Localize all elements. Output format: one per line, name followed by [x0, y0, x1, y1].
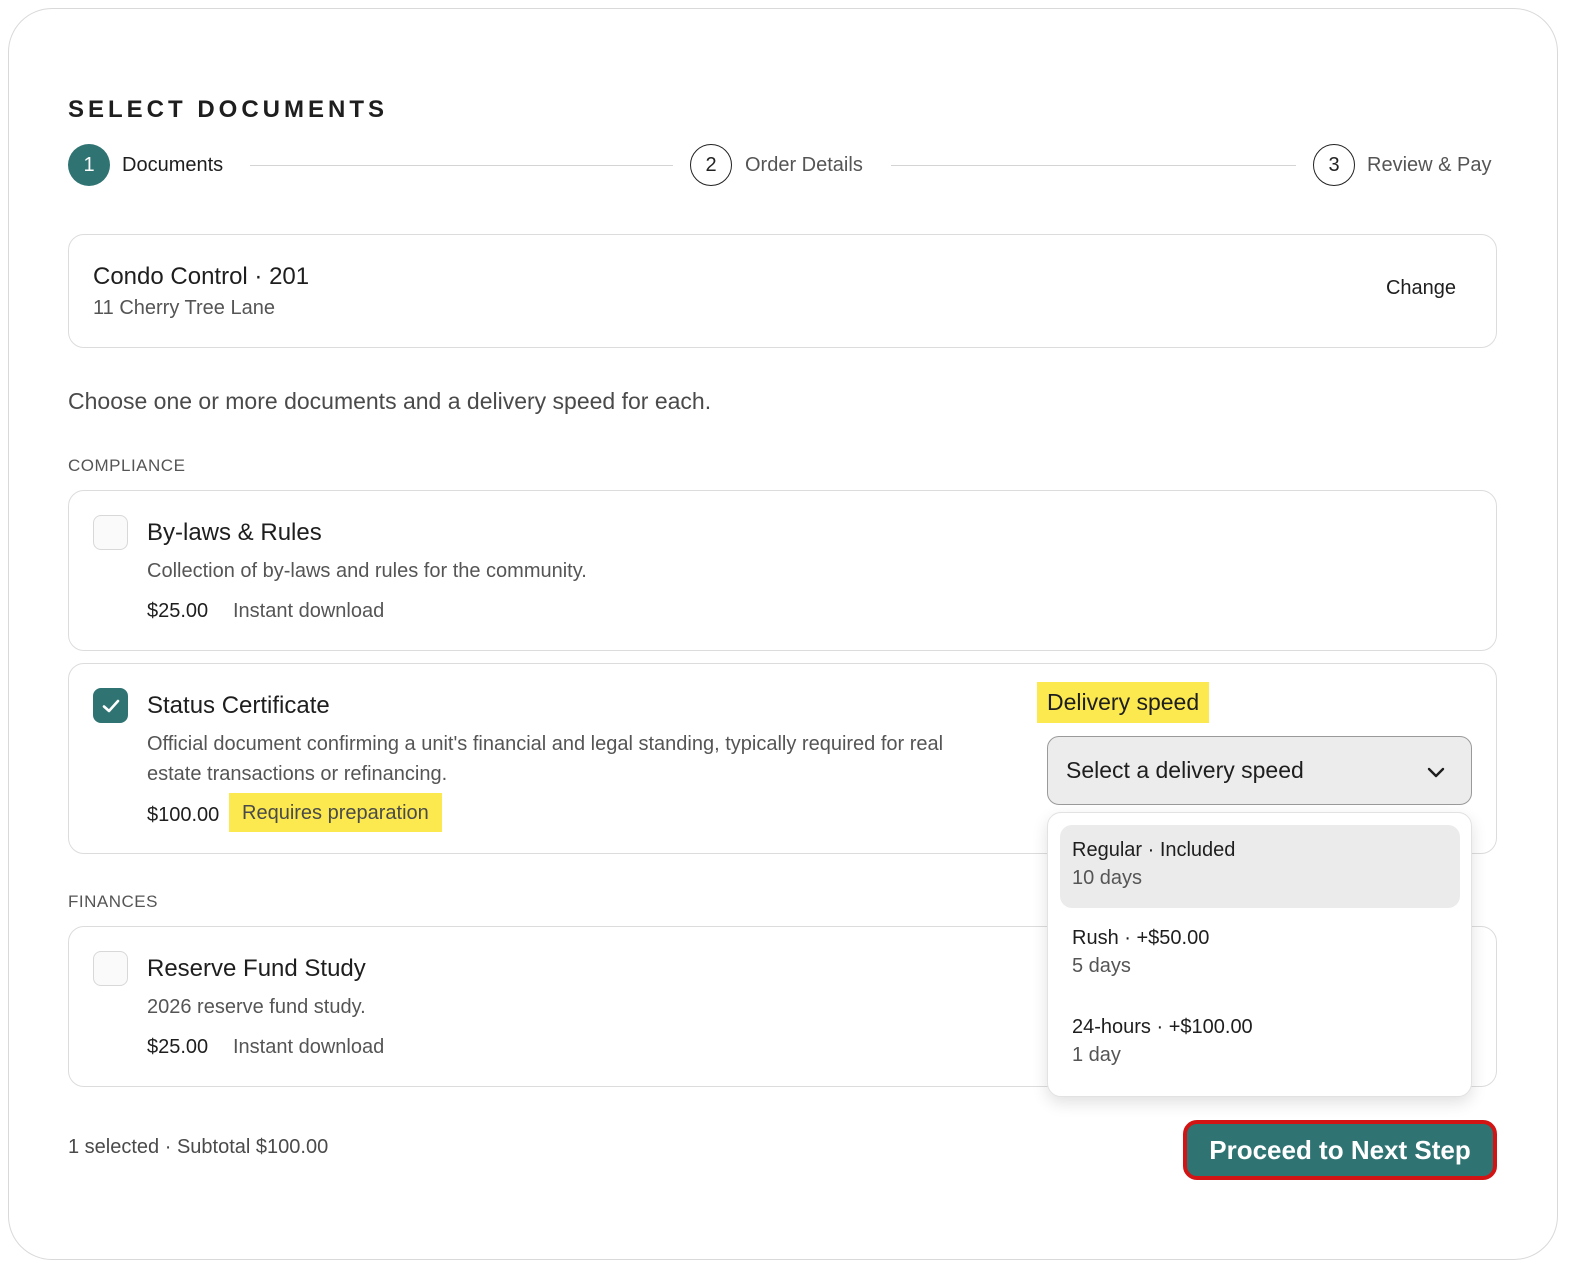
delivery-speed-placeholder: Select a delivery speed: [1066, 757, 1304, 783]
document-description-line-1: Official document confirming a unit's fi…: [147, 733, 944, 755]
step-2-indicator[interactable]: 2: [690, 144, 732, 186]
selection-summary: 1 selected · Subtotal $100.00: [68, 1136, 329, 1158]
document-title: By-laws & Rules: [147, 519, 322, 546]
document-description: Collection of by-laws and rules for the …: [147, 560, 587, 582]
page-title: SELECT DOCUMENTS: [68, 96, 389, 123]
property-address: 11 Cherry Tree Lane: [93, 297, 275, 319]
step-3-indicator[interactable]: 3: [1313, 144, 1355, 186]
step-connector: [250, 165, 673, 166]
delivery-option-title: Rush · +$50.00: [1072, 927, 1210, 949]
delivery-option-title: Regular · Included: [1072, 839, 1236, 861]
section-label-finances: FINANCES: [68, 892, 158, 911]
delivery-option-duration: 5 days: [1072, 955, 1131, 977]
document-description: 2026 reserve fund study.: [147, 996, 366, 1018]
step-2-label[interactable]: Order Details: [745, 153, 863, 177]
bylaws-checkbox[interactable]: [93, 515, 128, 550]
section-label-compliance: COMPLIANCE: [68, 456, 186, 475]
document-availability: Instant download: [233, 600, 385, 622]
delivery-option-regular[interactable]: Regular · Included 10 days: [1060, 825, 1460, 908]
document-price: $25.00: [147, 600, 209, 622]
document-availability: Instant download: [233, 1036, 385, 1058]
delivery-option-title: 24-hours · +$100.00: [1072, 1016, 1253, 1038]
document-title: Status Certificate: [147, 692, 330, 719]
step-1-label[interactable]: Documents: [122, 153, 223, 177]
step-connector: [891, 165, 1296, 166]
delivery-option-24-hours[interactable]: 24-hours · +$100.00 1 day: [1060, 1002, 1460, 1085]
document-price: $100.00: [147, 804, 220, 826]
delivery-speed-label: Delivery speed: [1037, 682, 1210, 723]
property-name: Condo Control · 201: [93, 263, 310, 290]
document-price: $25.00: [147, 1036, 209, 1058]
delivery-speed-select[interactable]: Select a delivery speed: [1047, 736, 1472, 805]
property-card: Condo Control · 201 11 Cherry Tree Lane …: [68, 234, 1497, 348]
document-description-line-2: estate transactions or refinancing.: [147, 763, 448, 785]
document-title: Reserve Fund Study: [147, 955, 366, 982]
delivery-speed-dropdown: Regular · Included 10 days Rush · +$50.0…: [1047, 812, 1472, 1097]
step-1-indicator[interactable]: 1: [68, 144, 110, 186]
chevron-down-icon: [1427, 767, 1445, 778]
delivery-option-duration: 10 days: [1072, 867, 1143, 889]
change-property-button[interactable]: Change: [1386, 277, 1456, 300]
check-icon: [102, 699, 119, 712]
delivery-option-duration: 1 day: [1072, 1044, 1121, 1066]
document-availability: Requires preparation: [229, 793, 442, 832]
intro-text: Choose one or more documents and a deliv…: [68, 388, 712, 414]
delivery-option-rush[interactable]: Rush · +$50.00 5 days: [1060, 913, 1460, 996]
proceed-next-step-button[interactable]: Proceed to Next Step: [1183, 1120, 1497, 1180]
reserve-fund-checkbox[interactable]: [93, 951, 128, 986]
status-certificate-checkbox[interactable]: [93, 688, 128, 723]
step-3-label[interactable]: Review & Pay: [1367, 153, 1492, 177]
document-card-bylaws[interactable]: By-laws & Rules Collection of by-laws an…: [68, 490, 1497, 651]
